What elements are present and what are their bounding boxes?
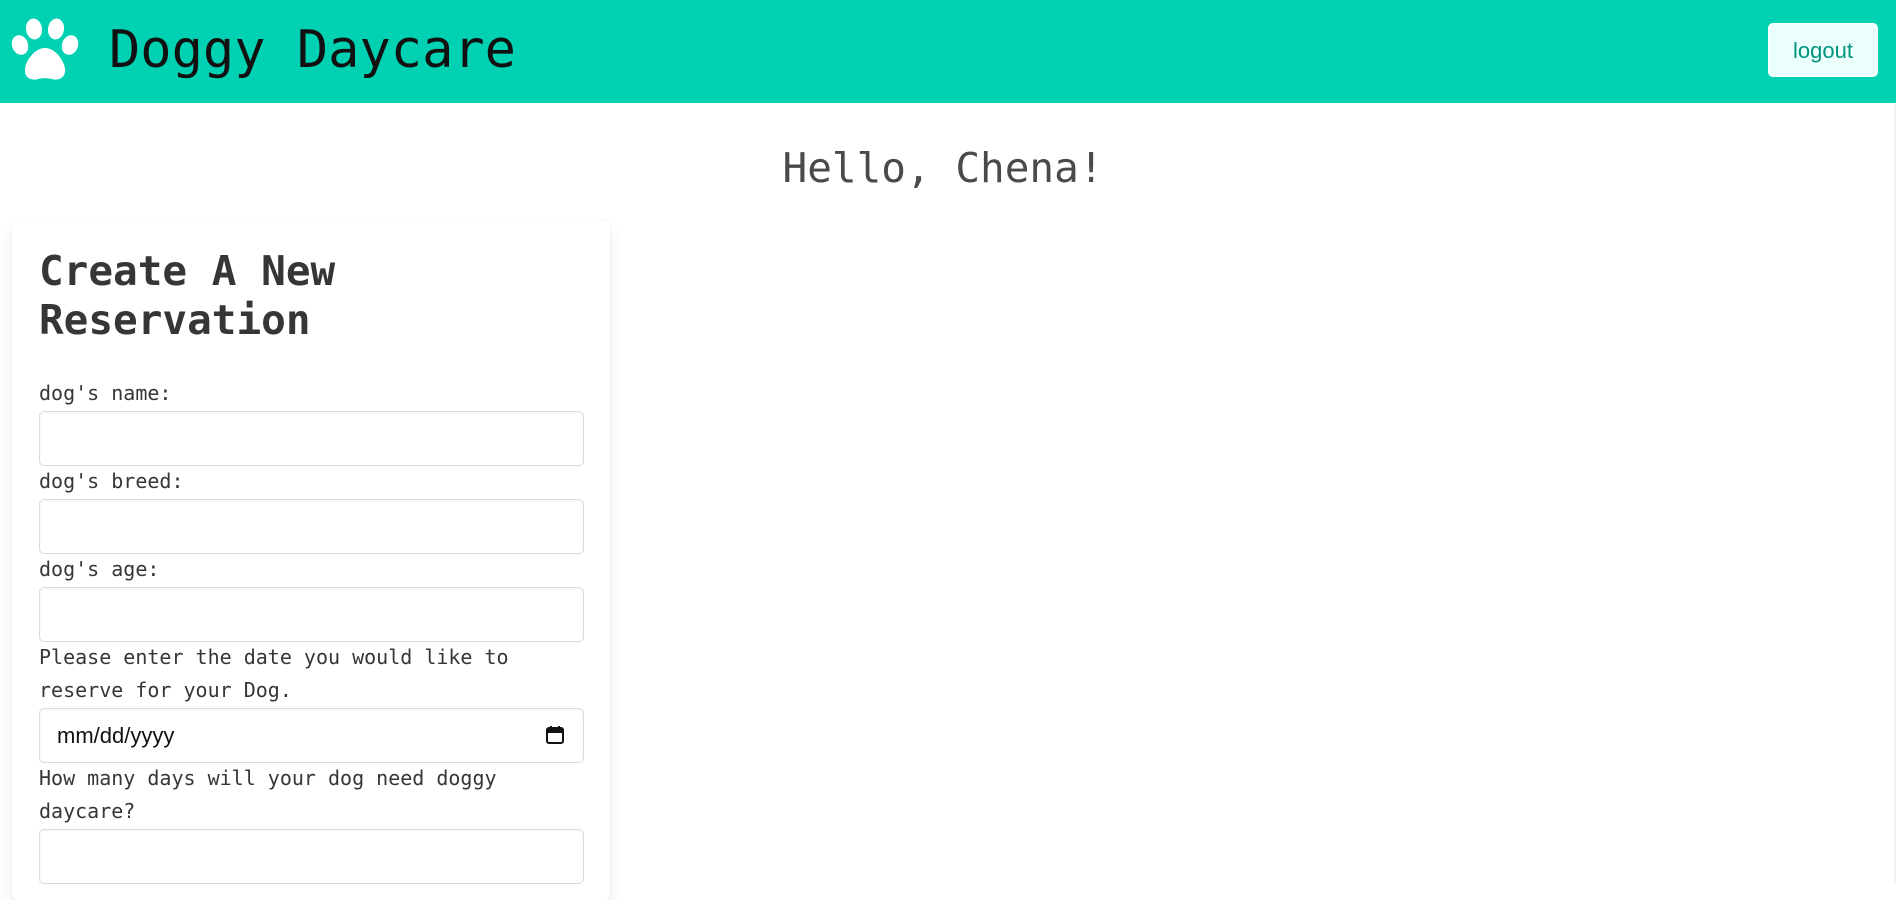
dog-breed-label: dog's breed: xyxy=(39,469,184,493)
brand-title[interactable]: Doggy Daycare xyxy=(109,18,516,82)
dog-age-input[interactable] xyxy=(39,587,584,642)
reservation-date-input[interactable]: mm/dd/yyyy xyxy=(39,708,584,763)
dog-breed-input[interactable] xyxy=(39,499,584,554)
dog-name-label: dog's name: xyxy=(39,381,172,405)
reservation-date-label: Please enter the date you would like to … xyxy=(39,645,509,702)
calendar-icon[interactable] xyxy=(545,725,565,745)
logout-button[interactable]: logout xyxy=(1768,23,1878,77)
daycare-days-input[interactable] xyxy=(39,829,584,884)
dog-age-label: dog's age: xyxy=(39,557,160,581)
paw-icon[interactable] xyxy=(10,18,80,82)
date-placeholder: mm/dd/yyyy xyxy=(57,723,175,748)
dog-name-input[interactable] xyxy=(39,411,584,466)
navbar: Doggy Daycare logout xyxy=(0,0,1896,103)
reservation-form-card: Create A New Reservation dog's name: dog… xyxy=(12,220,610,900)
daycare-days-label: How many days will your dog need doggy d… xyxy=(39,766,497,823)
greeting-heading: Hello, Chena! xyxy=(782,144,1104,192)
form-title: Create A New Reservation xyxy=(39,247,336,344)
